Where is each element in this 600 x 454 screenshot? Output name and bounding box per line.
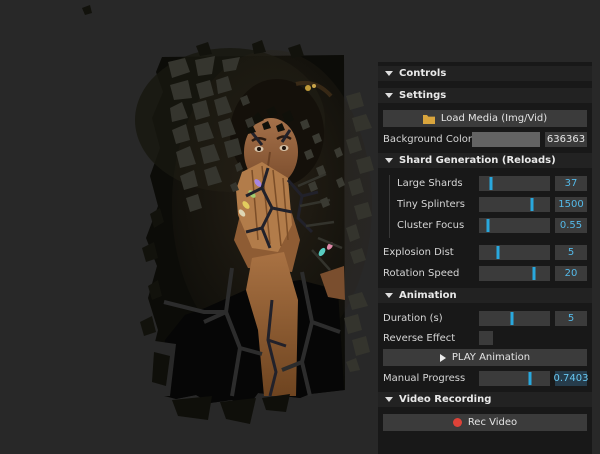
rotation-speed-row: Rotation Speed 20 — [383, 265, 587, 281]
manual-progress-value[interactable]: 0.7403 — [555, 371, 587, 386]
chevron-down-icon — [385, 397, 393, 402]
chevron-down-icon — [385, 93, 393, 98]
duration-value[interactable]: 5 — [555, 311, 587, 326]
play-animation-label: PLAY Animation — [452, 352, 530, 363]
duration-slider[interactable] — [479, 311, 550, 326]
rotation-speed-label: Rotation Speed — [383, 268, 479, 279]
rotation-speed-slider[interactable] — [479, 266, 550, 281]
large-shards-row: Large Shards 37 — [397, 175, 587, 191]
duration-label: Duration (s) — [383, 313, 479, 324]
cluster-focus-row: Cluster Focus 0.55 — [397, 217, 587, 233]
slider-handle[interactable] — [487, 219, 490, 232]
reverse-effect-label: Reverse Effect — [383, 333, 479, 344]
explosion-dist-slider[interactable] — [479, 245, 550, 260]
section-title-animation: Animation — [399, 290, 457, 301]
section-title-video-recording: Video Recording — [399, 394, 491, 405]
section-title-controls: Controls — [399, 68, 446, 79]
section-header-video-recording[interactable]: Video Recording — [378, 392, 592, 407]
section-header-shard-generation[interactable]: Shard Generation (Reloads) — [378, 153, 592, 168]
tiny-splinters-value[interactable]: 1500 — [555, 197, 587, 212]
record-icon — [453, 418, 462, 427]
section-header-controls[interactable]: Controls — [378, 66, 592, 81]
explosion-dist-label: Explosion Dist — [383, 247, 479, 258]
manual-progress-label: Manual Progress — [383, 373, 479, 384]
explosion-dist-row: Explosion Dist 5 — [383, 244, 587, 260]
slider-handle[interactable] — [533, 267, 536, 280]
duration-row: Duration (s) 5 — [383, 310, 587, 326]
manual-progress-row: Manual Progress 0.7403 — [383, 370, 587, 386]
slider-handle[interactable] — [531, 198, 534, 211]
load-media-label: Load Media (Img/Vid) — [441, 113, 547, 124]
tiny-splinters-slider[interactable] — [479, 197, 550, 212]
chevron-down-icon — [385, 293, 393, 298]
reverse-effect-checkbox[interactable] — [479, 331, 493, 345]
chevron-down-icon — [385, 71, 393, 76]
folder-icon — [423, 114, 435, 124]
shatter-preview-image — [0, 0, 378, 454]
tiny-splinters-row: Tiny Splinters 1500 — [397, 196, 587, 212]
shard-generation-tree: Large Shards 37 Tiny Splinters 1500 Clus… — [389, 175, 587, 238]
cluster-focus-value[interactable]: 0.55 — [555, 218, 587, 233]
background-color-swatch[interactable] — [472, 132, 540, 147]
manual-progress-slider[interactable] — [479, 371, 550, 386]
large-shards-value[interactable]: 37 — [555, 176, 587, 191]
large-shards-label: Large Shards — [397, 178, 479, 189]
rec-video-button[interactable]: Rec Video — [383, 414, 587, 431]
background-color-row: Background Color 636363 — [383, 131, 587, 147]
controls-panel: Controls Settings Load Media (Img/Vid) B… — [378, 62, 592, 454]
reverse-effect-row: Reverse Effect — [383, 331, 587, 345]
slider-handle[interactable] — [511, 312, 514, 325]
image-preview — [0, 0, 378, 454]
explosion-dist-value[interactable]: 5 — [555, 245, 587, 260]
slider-handle[interactable] — [497, 246, 500, 259]
chevron-down-icon — [385, 158, 393, 163]
section-header-animation[interactable]: Animation — [378, 288, 592, 303]
section-title-settings: Settings — [399, 90, 446, 101]
slider-handle[interactable] — [490, 177, 493, 190]
large-shards-slider[interactable] — [479, 176, 550, 191]
section-header-settings[interactable]: Settings — [378, 88, 592, 103]
section-title-shard-generation: Shard Generation (Reloads) — [399, 155, 556, 166]
cluster-focus-label: Cluster Focus — [397, 220, 479, 231]
background-color-value[interactable]: 636363 — [545, 132, 587, 147]
background-color-label: Background Color — [383, 134, 472, 145]
cluster-focus-slider[interactable] — [479, 218, 550, 233]
play-icon — [440, 354, 446, 362]
load-media-button[interactable]: Load Media (Img/Vid) — [383, 110, 587, 127]
rotation-speed-value[interactable]: 20 — [555, 266, 587, 281]
tiny-splinters-label: Tiny Splinters — [397, 199, 479, 210]
rec-video-label: Rec Video — [468, 417, 517, 428]
play-animation-button[interactable]: PLAY Animation — [383, 349, 587, 366]
slider-handle[interactable] — [529, 372, 532, 385]
